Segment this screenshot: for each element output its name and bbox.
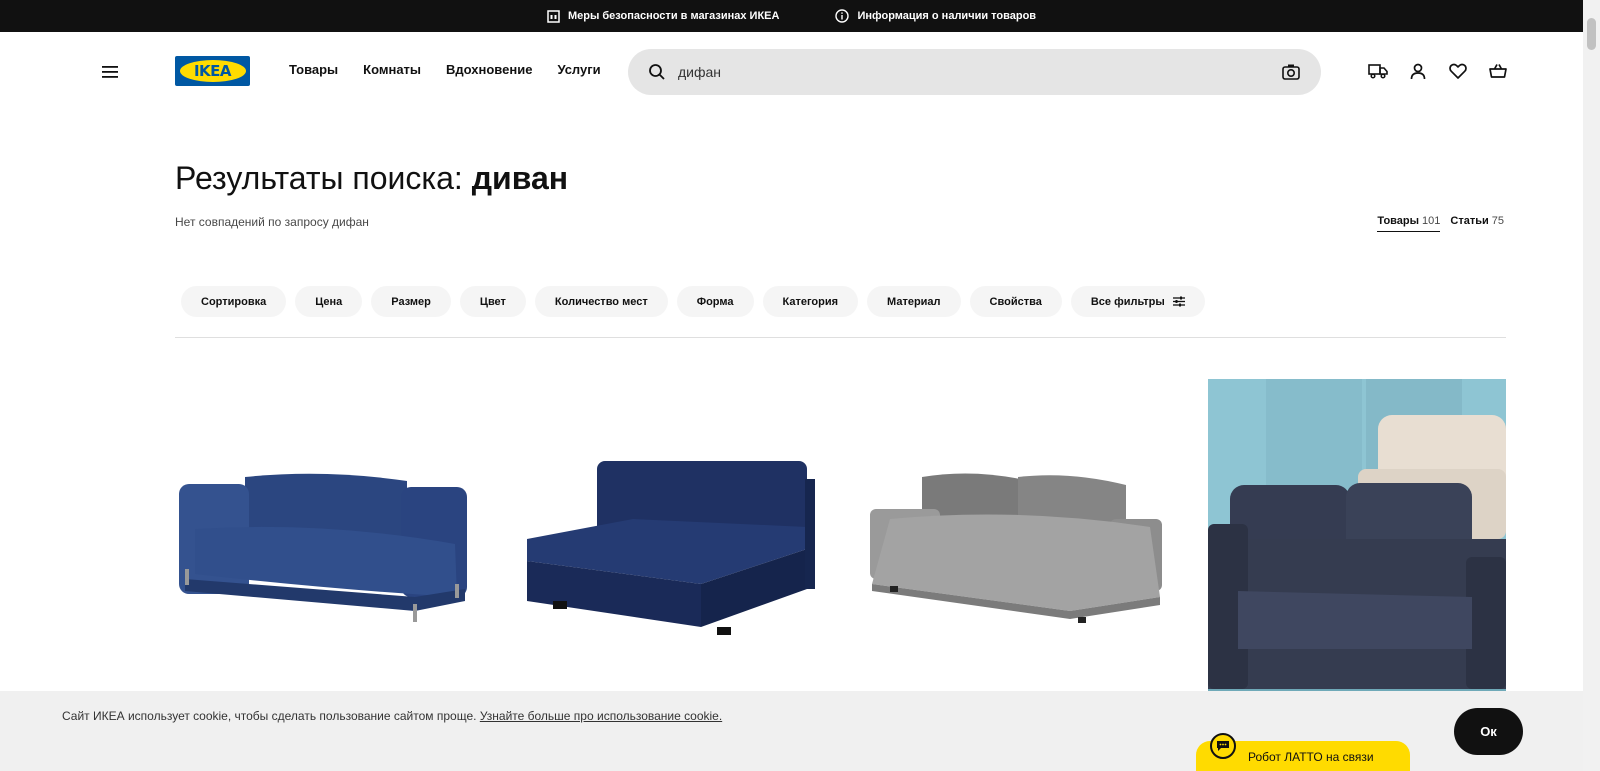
favorites-button[interactable] [1446,59,1470,83]
filter-seats[interactable]: Количество мест [534,286,668,317]
account-button[interactable] [1406,59,1430,83]
filter-properties[interactable]: Свойства [969,286,1062,317]
tab-products-label: Товары [1377,215,1420,227]
sofa-image-3 [870,379,1168,691]
availability-info-label: Информация о наличии товаров [857,10,1037,22]
filter-price-label: Цена [315,295,343,308]
page-title: Результаты поиска: диван [175,160,568,197]
hamburger-menu-button[interactable] [98,60,122,84]
info-icon [835,9,850,23]
search-bar[interactable] [628,49,1321,95]
nav-inspiration[interactable]: Вдохновение [446,62,532,77]
delivery-button[interactable] [1366,59,1390,83]
tab-products-count: 101 [1422,215,1441,227]
cookie-ok-button[interactable]: Ок [1454,708,1523,755]
cart-button[interactable] [1486,59,1510,83]
heart-icon [1449,63,1467,79]
filter-seats-label: Количество мест [554,295,648,308]
tab-articles-label: Статьи [1450,215,1489,227]
product-card-3[interactable] [870,379,1168,691]
filter-divider [175,337,1506,338]
filter-sort[interactable]: Сортировка [181,286,287,317]
tab-articles[interactable]: Статьи 75 [1450,215,1504,232]
tab-products[interactable]: Товары 101 [1377,215,1441,232]
filter-size-label: Размер [391,295,431,308]
store-icon [547,9,560,23]
filter-material[interactable]: Материал [867,286,961,317]
header-icons [1366,59,1510,83]
filter-sliders-icon [1172,296,1185,307]
safety-measures-label: Меры безопасности в магазинах ИКЕА [567,10,780,22]
sofa-image-2 [523,379,821,691]
filter-size[interactable]: Размер [371,286,451,317]
chat-label: Робот ЛАТТО на связи [1248,750,1374,764]
chat-widget[interactable]: Робот ЛАТТО на связи [1196,733,1410,771]
hamburger-menu-icon [102,66,118,78]
nav-products[interactable]: Товары [289,62,338,77]
filter-bar: Сортировка Цена Размер Цвет Количество м… [181,286,1205,317]
cookie-policy-link[interactable]: Узнайте больше про использование cookie. [480,709,722,723]
filter-color[interactable]: Цвет [459,286,526,317]
top-info-bar: Меры безопасности в магазинах ИКЕА Инфор… [0,0,1583,32]
filter-shape[interactable]: Форма [676,286,754,317]
filter-properties-label: Свойства [989,295,1042,308]
filter-category[interactable]: Категория [762,286,859,317]
filter-material-label: Материал [887,295,941,308]
all-filters-label: Все фильтры [1090,295,1165,308]
nav-services[interactable]: Услуги [557,62,600,77]
page-title-query: диван [471,160,569,196]
logo-text: IKEA [193,62,232,80]
search-input[interactable] [678,64,1281,80]
search-icon [649,64,665,80]
product-card-4[interactable] [1208,379,1506,691]
nav-rooms[interactable]: Комнаты [363,62,421,77]
scrollbar-thumb[interactable] [1587,18,1596,50]
ikea-logo[interactable]: IKEA [175,56,250,86]
filter-color-label: Цвет [479,295,506,308]
all-filters-button[interactable]: Все фильтры [1070,286,1205,317]
no-match-message: Нет совпадений по запросу дифан [175,215,369,229]
filter-category-label: Категория [782,295,839,308]
filter-sort-label: Сортировка [201,295,267,308]
page-title-prefix: Результаты поиска: [175,160,463,196]
camera-icon[interactable] [1281,62,1301,82]
product-card-1[interactable] [175,379,473,691]
safety-measures-link[interactable]: Меры безопасности в магазинах ИКЕА [547,9,780,23]
result-tabs: Товары 101 Статьи 75 [1377,215,1504,232]
cookie-message: Сайт ИКЕА использует cookie, чтобы сдела… [62,709,722,723]
sofa-image-1 [175,379,473,691]
tab-articles-count: 75 [1491,215,1504,227]
chat-bubble-icon [1210,733,1236,759]
logo-oval: IKEA [179,60,246,82]
filter-price[interactable]: Цена [295,286,363,317]
product-card-2[interactable] [523,379,821,691]
filter-shape-label: Форма [696,295,734,308]
availability-info-link[interactable]: Информация о наличии товаров [835,9,1036,23]
delivery-truck-icon [1368,64,1388,79]
main-nav: Товары Комнаты Вдохновение Услуги [289,62,601,77]
header: IKEA Товары Комнаты Вдохновение Услуги [0,32,1583,112]
sofa-room-image-4 [1208,379,1506,691]
cart-icon [1489,64,1507,78]
cookie-text: Сайт ИКЕА использует cookie, чтобы сдела… [62,709,477,723]
user-icon [1410,63,1426,79]
page-scrollbar[interactable] [1583,0,1600,771]
